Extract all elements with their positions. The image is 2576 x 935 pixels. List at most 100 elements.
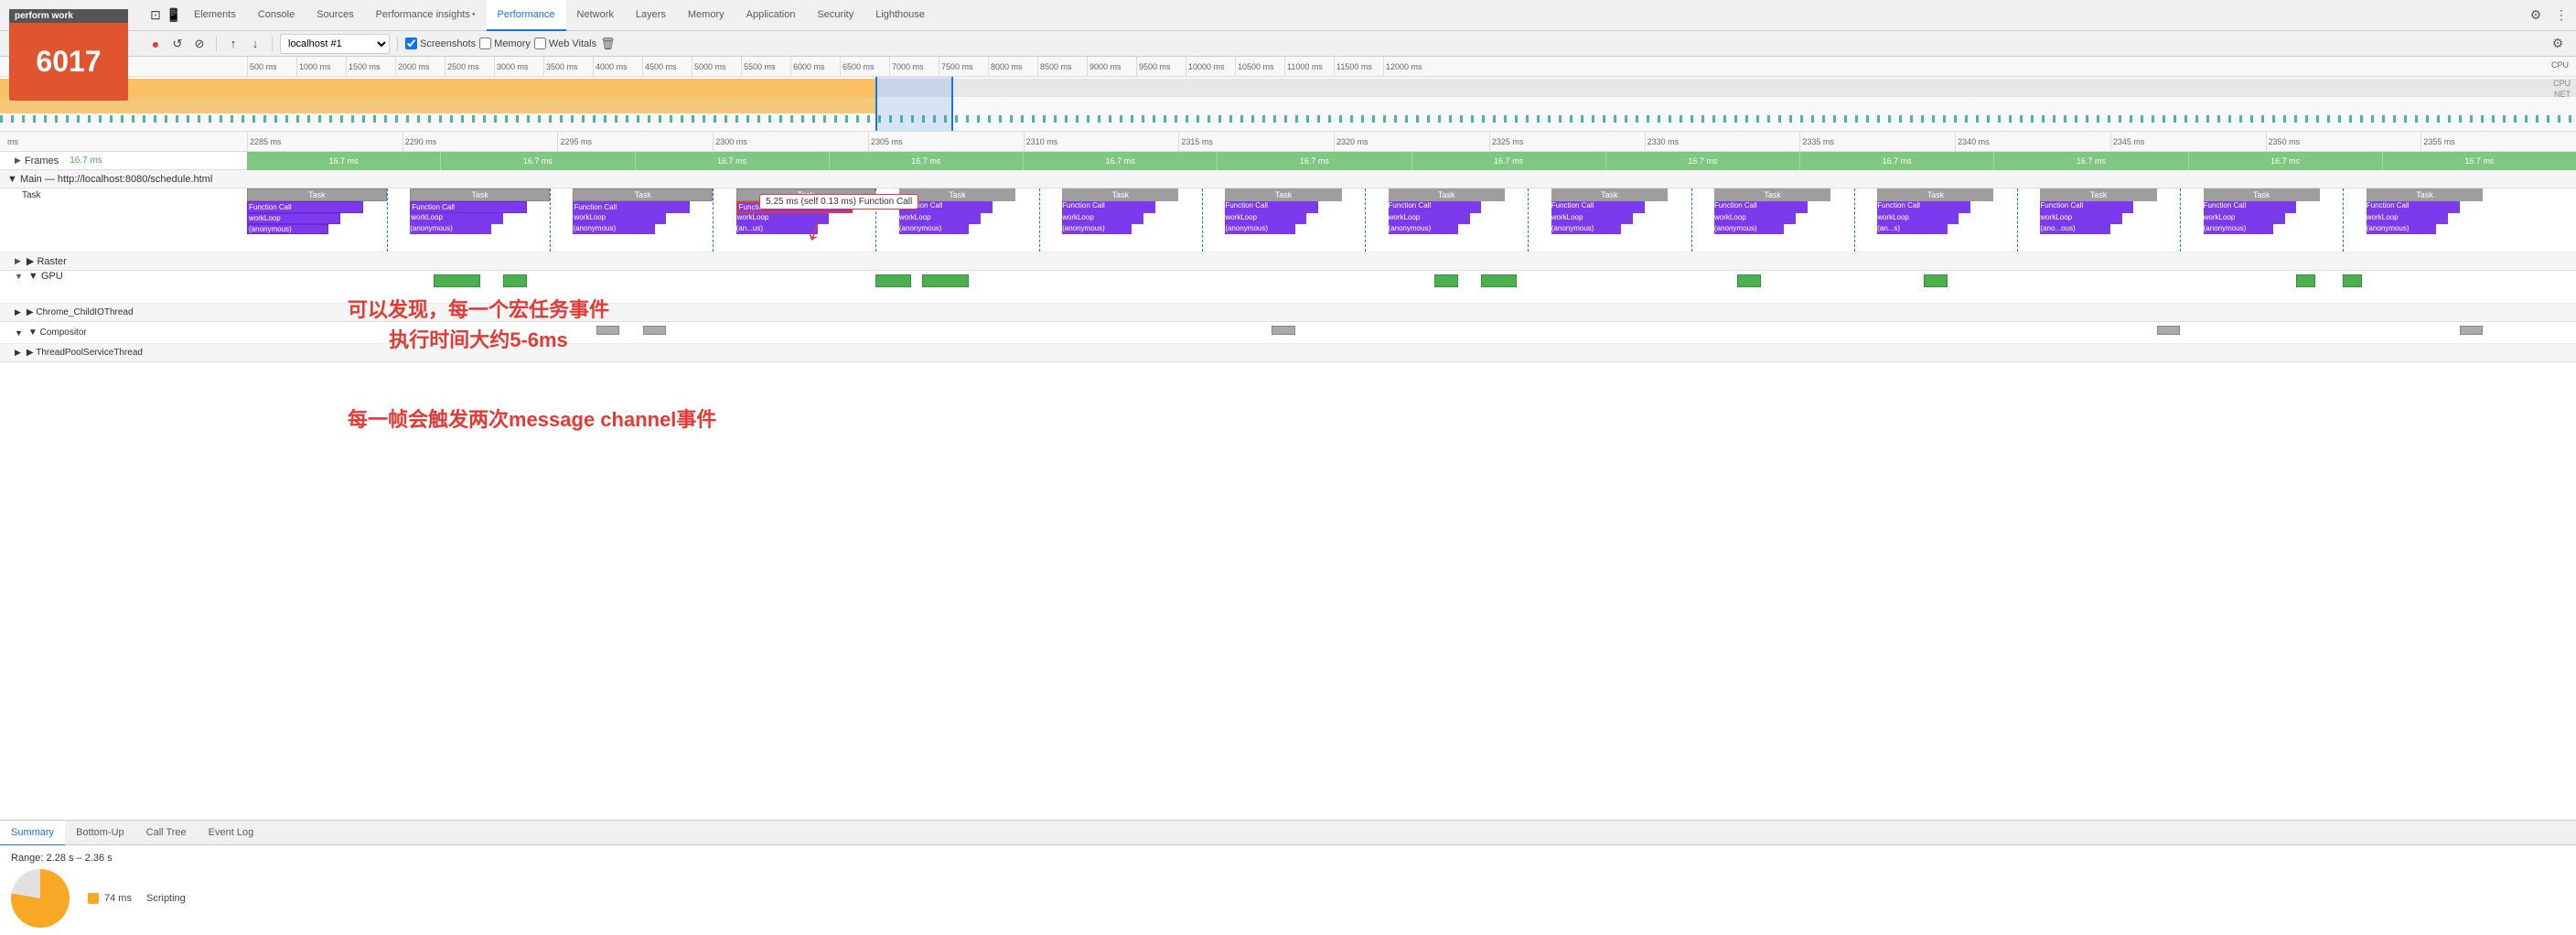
function-call-12[interactable]: Function Call [2040,201,2133,213]
tab-security[interactable]: Security [806,0,864,31]
tab-memory[interactable]: Memory [677,0,735,31]
workloop-5[interactable]: workLoop [899,213,981,224]
anon-14[interactable]: (anonymous) [2367,224,2436,234]
function-call-8[interactable]: Function Call [1389,201,1482,213]
task-block-9[interactable]: Task [1551,188,1668,201]
anon-2[interactable]: (anonymous) [410,224,491,234]
anon-8[interactable]: (anonymous) [1389,224,1458,234]
tab-application[interactable]: Application [735,0,807,31]
task-block-14[interactable]: Task [2367,188,2483,201]
chrome-child-expand[interactable]: ▶ [15,307,21,317]
anon-11[interactable]: (an...s) [1877,224,1947,234]
task-block-7[interactable]: Task [1225,188,1341,201]
workloop-14[interactable]: workLoop [2367,213,2448,224]
inspect-icon[interactable]: ⊡ [146,6,165,25]
task-block-1[interactable]: Task [247,188,387,201]
compositor-expand[interactable]: ▼ [15,328,23,338]
workloop-7[interactable]: workLoop [1225,213,1306,224]
url-select[interactable]: localhost #1 [280,34,390,54]
frame-block: 16.7 ms [1412,152,1606,170]
clear-button[interactable]: ⊘ [190,35,209,53]
more-icon[interactable]: ⋮ [2550,5,2572,27]
task-block-6[interactable]: Task [1062,188,1178,201]
task-block-8[interactable]: Task [1389,188,1505,201]
function-call-14[interactable]: Function Call [2367,201,2460,213]
threadpool-expand[interactable]: ▶ [15,348,21,358]
frames-expand-arrow[interactable]: ▶ [15,156,21,166]
task-block-10[interactable]: Task [1714,188,1830,201]
settings-gear-icon[interactable]: ⚙ [2547,33,2569,55]
screenshots-checkbox[interactable] [405,38,417,49]
overview-section: CPU NET [0,77,2576,132]
app-title: perform work [15,11,73,21]
gpu-expand-arrow[interactable]: ▼ [15,272,23,281]
ruler-mark-18: 9500 ms [1136,57,1186,76]
comp-block-2 [643,326,666,335]
zoom-mark-1: 2290 ms [402,132,558,152]
anon-12[interactable]: (ano...ous) [2040,224,2109,234]
tab-performance-insights[interactable]: Performance insights [365,0,487,31]
function-call-1[interactable]: Function Call [247,201,363,213]
bottom-tab-bottom-up[interactable]: Bottom-Up [65,821,135,846]
anon-3[interactable]: (anonymous) [573,224,654,234]
memory-checkbox-label[interactable]: Memory [479,38,531,49]
legend-item-scripting: 74 ms Scripting [88,893,186,904]
task-block-12[interactable]: Task [2040,188,2156,201]
v-line-7 [1365,188,1366,252]
anon-1[interactable]: (anonymous) [247,224,328,234]
function-call-6[interactable]: Function Call [1062,201,1155,213]
function-call-10[interactable]: Function Call [1714,201,1808,213]
anon-6[interactable]: (anonymous) [1062,224,1132,234]
bottom-tab-summary[interactable]: Summary [0,821,65,846]
download-button[interactable]: ↓ [246,35,264,53]
record-button[interactable]: ● [146,35,165,53]
tab-network[interactable]: Network [566,0,625,31]
anon-5[interactable]: (anonymous) [899,224,969,234]
webvitals-checkbox-label[interactable]: Web Vitals [534,38,596,49]
tab-performance[interactable]: Performance [487,0,566,31]
workloop-9[interactable]: workLoop [1551,213,1633,224]
workloop-11[interactable]: workLoop [1877,213,1959,224]
comp-block-3 [1272,326,1294,335]
tab-lighthouse[interactable]: Lighthouse [864,0,936,31]
tab-layers[interactable]: Layers [625,0,677,31]
anon-7[interactable]: (anonymous) [1225,224,1294,234]
task-block-3[interactable]: Task [573,188,713,201]
tab-sources[interactable]: Sources [306,0,364,31]
bottom-tab-call-tree[interactable]: Call Tree [135,821,198,846]
task-block-13[interactable]: Task [2204,188,2320,201]
tab-elements[interactable]: Elements [183,0,247,31]
function-call-3[interactable]: Function Call [573,201,689,213]
ruler-mark-4: 2500 ms [445,57,494,76]
bottom-tab-event-log[interactable]: Event Log [198,821,265,846]
workloop-2[interactable]: workLoop [410,213,503,224]
trash-button[interactable]: 🗑 [600,37,616,51]
function-call-2[interactable]: Function Call [410,201,526,213]
function-call-11[interactable]: Function Call [1877,201,1970,213]
function-call-13[interactable]: Function Call [2204,201,2297,213]
settings-icon[interactable]: ⚙ [2525,5,2547,27]
task-block-11[interactable]: Task [1877,188,1993,201]
anon-9[interactable]: (anonymous) [1551,224,1621,234]
frame-block: 16.7 ms [1218,152,1411,170]
upload-button[interactable]: ↑ [224,35,242,53]
workloop-12[interactable]: workLoop [2040,213,2121,224]
memory-checkbox[interactable] [479,38,491,49]
workloop-8[interactable]: workLoop [1389,213,1470,224]
function-call-7[interactable]: Function Call [1225,201,1318,213]
anon-13[interactable]: (anonymous) [2204,224,2273,234]
workloop-13[interactable]: workLoop [2204,213,2285,224]
tab-console[interactable]: Console [247,0,306,31]
webvitals-checkbox[interactable] [534,38,546,49]
function-call-9[interactable]: Function Call [1551,201,1645,213]
workloop-3[interactable]: workLoop [573,213,666,224]
screenshots-checkbox-label[interactable]: Screenshots [405,38,476,49]
reload-record-button[interactable]: ↺ [168,35,187,53]
workloop-6[interactable]: workLoop [1062,213,1143,224]
task-block-2[interactable]: Task [410,188,550,201]
anon-10[interactable]: (anonymous) [1714,224,1784,234]
device-icon[interactable]: 📱 [165,6,183,25]
raster-expand-arrow[interactable]: ▶ [15,256,21,266]
workloop-10[interactable]: workLoop [1714,213,1796,224]
worklook-1[interactable]: workLoop [247,213,340,224]
